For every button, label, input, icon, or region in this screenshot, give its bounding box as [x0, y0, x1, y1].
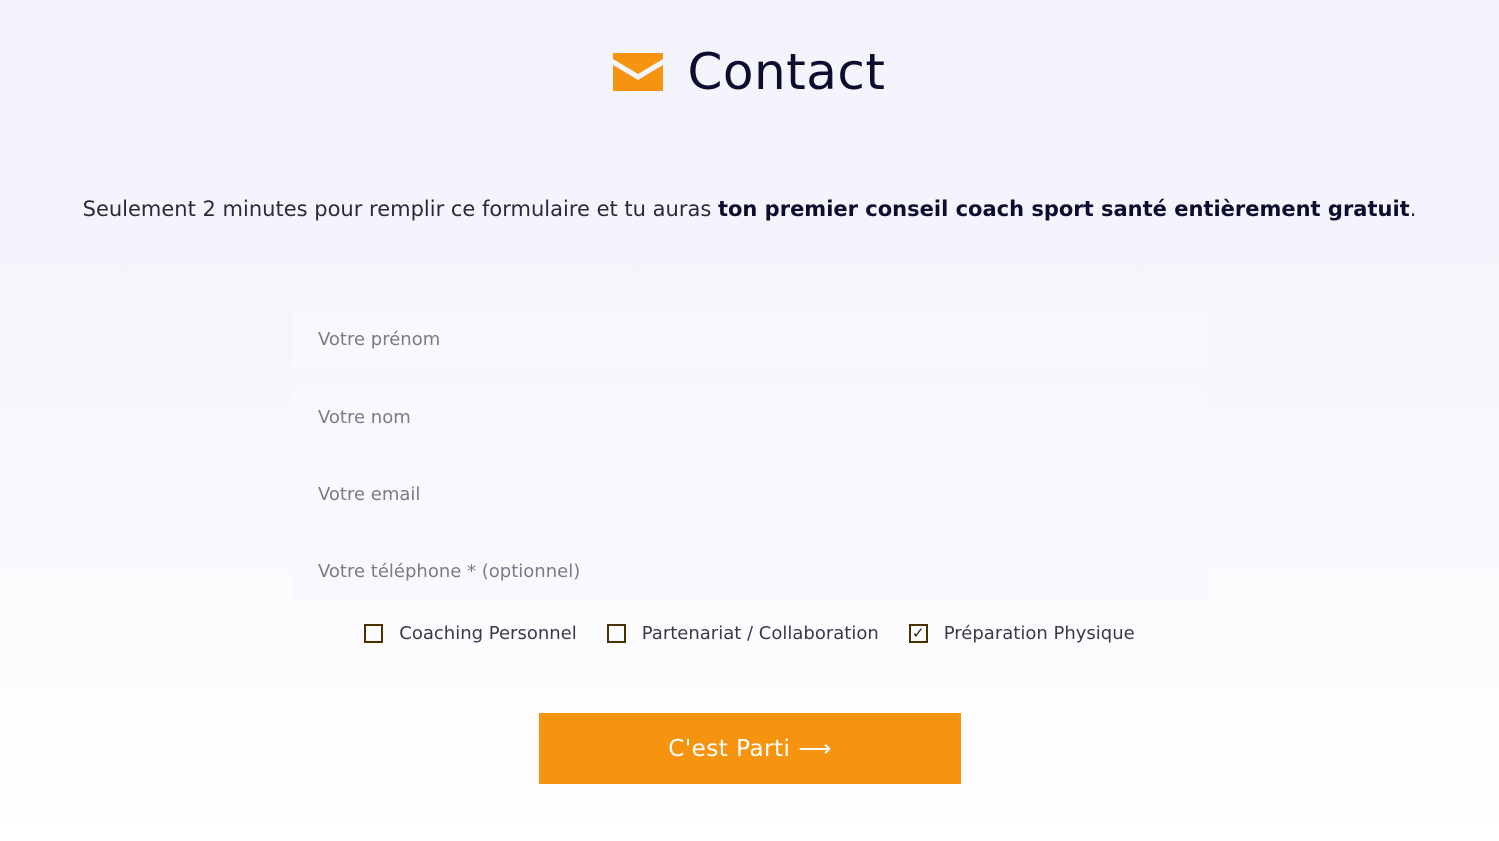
checkbox-partenariat-collaboration[interactable] [606, 624, 626, 643]
phone-input[interactable] [293, 543, 1207, 600]
option-coaching-personnel[interactable]: Coaching Personnel [364, 623, 577, 644]
first-name-input[interactable] [293, 311, 1207, 368]
intro-text-start: Seulement 2 minutes pour remplir ce form… [82, 197, 718, 221]
checkmark-icon: ✓ [911, 624, 925, 642]
intro-text-end: . [1409, 197, 1417, 221]
intro-text-highlight: ton premier conseil coach sport santé en… [717, 197, 1410, 221]
checkbox-preparation-physique[interactable]: ✓ [908, 624, 928, 643]
intro-text: Seulement 2 minutes pour remplir ce form… [0, 193, 1499, 225]
service-options: Coaching Personnel Partenariat / Collabo… [0, 623, 1499, 644]
option-label: Coaching Personnel [399, 623, 577, 644]
mail-icon [613, 53, 664, 91]
email-input[interactable] [293, 466, 1207, 523]
checkbox-coaching-personnel[interactable] [364, 624, 384, 643]
page-header: Contact [0, 40, 1499, 104]
last-name-input[interactable] [293, 389, 1207, 446]
page-title: Contact [687, 43, 886, 101]
submit-button[interactable]: C'est Parti ⟶ [539, 713, 961, 784]
option-preparation-physique[interactable]: ✓ Préparation Physique [908, 623, 1135, 644]
option-partenariat-collaboration[interactable]: Partenariat / Collaboration [606, 623, 879, 644]
option-label: Préparation Physique [943, 623, 1135, 644]
option-label: Partenariat / Collaboration [641, 623, 879, 644]
